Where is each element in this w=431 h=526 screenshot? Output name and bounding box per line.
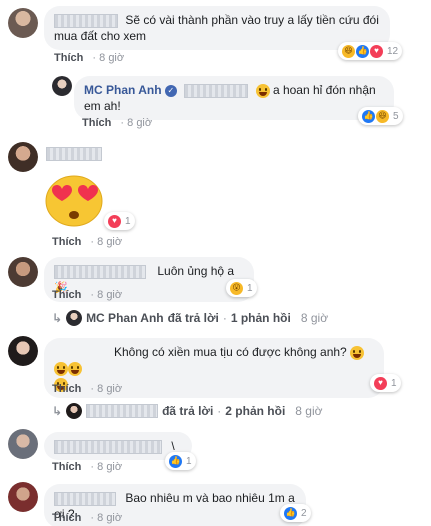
- heart-eyes-sticker: [45, 175, 103, 227]
- reply-count: 2 phản hồi: [225, 404, 286, 418]
- avatar[interactable]: [8, 8, 38, 38]
- comment-text: Không có xiền mua tịu có được không anh?: [114, 345, 347, 359]
- blurred-name: [54, 491, 116, 506]
- timestamp: 8 giờ: [300, 311, 329, 325]
- reaction-summary[interactable]: 👍 1: [165, 452, 196, 470]
- timestamp[interactable]: 8 giờ: [97, 461, 122, 473]
- comment-bubble: Sẽ có vài thành phần vào truy a lấy tiền…: [44, 6, 390, 50]
- reply-count: 1 phản hồi: [230, 311, 291, 325]
- reaction-count: 5: [393, 110, 399, 122]
- comment-text: \: [171, 439, 175, 453]
- avatar[interactable]: [8, 142, 38, 172]
- timestamp[interactable]: 8 giờ: [97, 512, 122, 524]
- reaction-summary[interactable]: 😮 1: [226, 279, 257, 297]
- blurred-name: [54, 264, 146, 279]
- timestamp: 8 giờ: [295, 404, 323, 418]
- reaction-summary[interactable]: ♥ 1: [104, 212, 135, 230]
- like-link[interactable]: Thích: [54, 52, 83, 64]
- author-name[interactable]: MC Phan Anh: [84, 83, 162, 97]
- comment-meta: Thích · 8 giờ: [52, 512, 123, 524]
- haha-icon: 😆: [342, 44, 355, 58]
- comment-meta: Thích · 8 giờ: [52, 383, 123, 395]
- reaction-summary[interactable]: ♥ 1: [370, 374, 401, 392]
- reaction-summary[interactable]: 😆 👍 ♥ 12: [338, 42, 403, 60]
- avatar[interactable]: [8, 257, 38, 287]
- reaction-count: 1: [391, 377, 397, 389]
- avatar[interactable]: [52, 76, 72, 96]
- timestamp[interactable]: 8 giờ: [99, 52, 124, 64]
- blurred-name: [46, 146, 102, 161]
- comment-meta: Thích · 8 giờ: [52, 236, 123, 248]
- like-icon: 👍: [356, 44, 369, 58]
- heart-icon: ♥: [108, 214, 121, 228]
- reaction-summary[interactable]: 👍 😆 5: [358, 107, 403, 125]
- timestamp[interactable]: 8 giờ: [97, 383, 122, 395]
- verified-icon: ✓: [164, 84, 177, 97]
- reaction-count: 12: [387, 45, 399, 57]
- like-icon: 👍: [169, 454, 182, 468]
- replies-summary[interactable]: ↳ MC Phan Anh đã trả lời · 1 phản hồi 8 …: [52, 310, 328, 326]
- like-link[interactable]: Thích: [52, 461, 81, 473]
- timestamp[interactable]: 8 giờ: [97, 236, 122, 248]
- avatar[interactable]: [8, 482, 38, 512]
- blurred-name: [54, 439, 162, 454]
- reaction-summary[interactable]: 👍 2: [280, 504, 311, 522]
- smile-emoji-icon: [255, 83, 270, 98]
- blurred-name: [86, 404, 159, 418]
- comment-meta: Thích · 8 giờ: [54, 52, 125, 64]
- reply-bubble: MC Phan Anh ✓ a hoan hỉ đón nhận em ah!: [74, 76, 394, 120]
- like-icon: 👍: [284, 506, 297, 520]
- laughing-emoji-icon: [54, 361, 68, 376]
- like-link[interactable]: Thích: [52, 236, 81, 248]
- timestamp[interactable]: 8 giờ: [127, 117, 152, 129]
- reply-arrow-icon: ↳: [52, 311, 63, 325]
- avatar[interactable]: [8, 336, 38, 366]
- avatar: [66, 310, 83, 326]
- reply-author: MC Phan Anh: [86, 311, 164, 325]
- comment-meta: Thích · 8 giờ: [52, 289, 123, 301]
- blurred-name: [54, 13, 118, 28]
- like-icon: 👍: [362, 109, 375, 123]
- replies-summary[interactable]: ↳ đã trả lời · 2 phản hồi 8 giờ: [52, 403, 323, 419]
- heart-icon: ♥: [374, 376, 387, 390]
- timestamp[interactable]: 8 giờ: [97, 289, 122, 301]
- haha-icon: 😆: [376, 109, 389, 123]
- like-link[interactable]: Thích: [52, 289, 81, 301]
- replied-label: đã trả lời: [167, 311, 219, 325]
- like-link[interactable]: Thích: [52, 512, 81, 524]
- laughing-emoji-icon: [350, 345, 365, 360]
- like-link[interactable]: Thích: [52, 383, 81, 395]
- wow-icon: 😮: [230, 281, 243, 295]
- reaction-count: 1: [125, 215, 131, 227]
- comment-meta: Thích · 8 giờ: [52, 461, 123, 473]
- heart-icon: ♥: [370, 44, 383, 58]
- reply-arrow-icon: ↳: [52, 404, 63, 418]
- reaction-count: 1: [186, 455, 192, 467]
- reaction-count: 1: [247, 282, 253, 294]
- avatar: [66, 403, 83, 419]
- comment-text: Luôn ủng hộ a: [157, 264, 235, 278]
- avatar[interactable]: [8, 429, 38, 459]
- comment-meta: Thích · 8 giờ: [82, 117, 153, 129]
- reaction-count: 2: [301, 507, 307, 519]
- laughing-emoji-icon: [68, 361, 82, 376]
- like-link[interactable]: Thích: [82, 117, 111, 129]
- blurred-name: [184, 83, 249, 98]
- replied-label: đã trả lời: [162, 404, 214, 418]
